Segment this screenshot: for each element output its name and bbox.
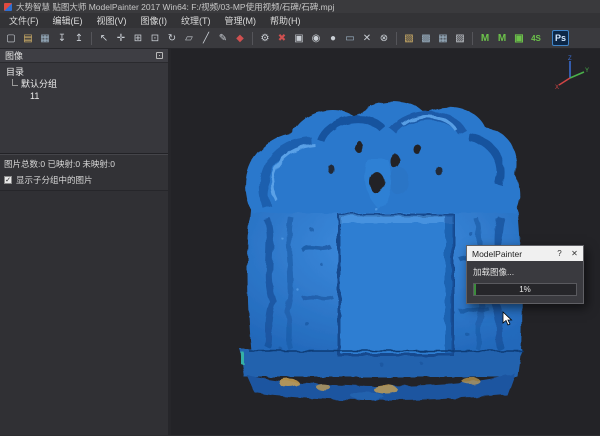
dialog-title: ModelPainter: [472, 248, 523, 259]
image-panel-header: 图像: [0, 49, 168, 63]
image-panel-title: 图像: [5, 51, 24, 61]
texture-camera-icon[interactable]: ▣: [511, 30, 527, 46]
pin-icon[interactable]: [156, 52, 163, 59]
box-projection-icon[interactable]: ▧: [401, 30, 417, 46]
image-panel: 图像 目录 默认分组 11 图片总数:0 已映射:0 未映射:0 ✓ 显示子分组…: [0, 49, 168, 435]
show-subgroup-images-option[interactable]: ✓ 显示子分组中的图片: [0, 172, 168, 190]
tree-connector: [12, 78, 18, 86]
dialog-titlebar[interactable]: ModelPainter ? ✕: [467, 246, 583, 261]
toolbar: ▢ ▤ ▦ ↧ ↥ ↖ ✛ ⊞ ⊡ ↻ ▱ ╱ ✎ ◆ ⚙ ✖ ▣ ◉ ● ▭ …: [0, 28, 600, 49]
select-arrow-icon[interactable]: ↖: [96, 30, 112, 46]
texture-swatch-icon[interactable]: ▨: [452, 30, 468, 46]
new-file-icon[interactable]: ▢: [3, 30, 19, 46]
record-camera-icon[interactable]: ◉: [308, 30, 324, 46]
export-image-icon[interactable]: ↥: [71, 30, 87, 46]
import-image-icon[interactable]: ↧: [54, 30, 70, 46]
axis-y-label: Y: [585, 68, 589, 74]
menubar: 文件(F) 编辑(E) 视图(V) 图像(I) 纹理(T) 管理(M) 帮助(H…: [0, 13, 600, 28]
tree-item-root[interactable]: 目录: [6, 66, 168, 78]
settings-gear-icon[interactable]: ⚙: [257, 30, 273, 46]
image-stats: 图片总数:0 已映射:0 未映射:0: [0, 155, 168, 172]
marker-tool-icon[interactable]: ◆: [232, 30, 248, 46]
loading-message: 加载图像...: [473, 267, 515, 277]
save-icon[interactable]: ▦: [37, 30, 53, 46]
toolbar-separator: [252, 31, 253, 45]
cube-map-icon[interactable]: ▩: [418, 30, 434, 46]
map-texture-icon[interactable]: M: [477, 30, 493, 46]
show-subgroup-images-checkbox[interactable]: ✓: [4, 176, 12, 184]
open-folder-icon[interactable]: ▤: [20, 30, 36, 46]
app-logo-icon: [4, 2, 12, 11]
window-title: 大势智慧 贴图大师 ModelPainter 2017 Win64: F:/视频…: [16, 1, 335, 12]
remove-circle-icon[interactable]: ⊗: [376, 30, 392, 46]
titlebar[interactable]: 大势智慧 贴图大师 ModelPainter 2017 Win64: F:/视频…: [0, 0, 600, 13]
menu-item-image[interactable]: 图像(I): [134, 13, 175, 28]
app-window: 大势智慧 贴图大师 ModelPainter 2017 Win64: F:/视频…: [0, 0, 600, 436]
menu-item-edit[interactable]: 编辑(E): [46, 13, 90, 28]
image-list-empty-area: [0, 190, 168, 435]
toolbar-separator: [396, 31, 397, 45]
loading-dialog: ModelPainter ? ✕ 加载图像... 1%: [466, 245, 584, 304]
menu-item-texture[interactable]: 纹理(T): [174, 13, 218, 28]
material-sphere-icon[interactable]: ●: [325, 30, 341, 46]
axis-gizmo: Z Y X: [555, 56, 589, 90]
photoshop-icon[interactable]: Ps: [552, 30, 569, 46]
rotate-view-icon[interactable]: ↻: [164, 30, 180, 46]
snapshot-camera-icon[interactable]: ▣: [291, 30, 307, 46]
axis-z-label: Z: [568, 56, 572, 62]
dialog-body: 加载图像... 1%: [467, 261, 583, 303]
progress-bar: 1%: [473, 283, 577, 296]
show-subgroup-images-label: 显示子分组中的图片: [16, 175, 93, 185]
axis-x-label: X: [555, 85, 559, 90]
close-tool-icon[interactable]: ✕: [359, 30, 375, 46]
progress-percent-label: 1%: [519, 285, 531, 294]
pan-icon[interactable]: ✛: [113, 30, 129, 46]
content-area: 图像 目录 默认分组 11 图片总数:0 已映射:0 未映射:0 ✓ 显示子分组…: [0, 49, 600, 435]
line-tool-icon[interactable]: ╱: [198, 30, 214, 46]
monitor-icon[interactable]: ▭: [342, 30, 358, 46]
menu-item-file[interactable]: 文件(F): [2, 13, 46, 28]
tree-item-group[interactable]: 默认分组: [12, 78, 168, 90]
tree-item-image[interactable]: 11: [30, 90, 168, 102]
stone-tablet-model: [240, 102, 523, 401]
zoom-fit-icon[interactable]: ⊡: [147, 30, 163, 46]
delete-icon[interactable]: ✖: [274, 30, 290, 46]
menu-item-manage[interactable]: 管理(M): [218, 13, 264, 28]
toolbar-separator: [472, 31, 473, 45]
map-texture-alt-icon[interactable]: M: [494, 30, 510, 46]
viewport-3d[interactable]: Z Y X ModelPainter ? ✕ 加载图像... 1%: [171, 49, 600, 435]
dialog-close-button[interactable]: ✕: [568, 248, 581, 260]
menu-item-view[interactable]: 视图(V): [90, 13, 134, 28]
toolbar-separator: [91, 31, 92, 45]
region-select-icon[interactable]: ▱: [181, 30, 197, 46]
draw-tool-icon[interactable]: ✎: [215, 30, 231, 46]
dialog-help-button[interactable]: ?: [553, 248, 566, 260]
image-tree: 目录 默认分组 11: [0, 63, 168, 153]
menu-item-help[interactable]: 帮助(H): [263, 13, 308, 28]
zoom-window-icon[interactable]: ⊞: [130, 30, 146, 46]
mesh-grid-icon[interactable]: ▦: [435, 30, 451, 46]
s4-tool-icon[interactable]: 4S: [528, 30, 544, 46]
